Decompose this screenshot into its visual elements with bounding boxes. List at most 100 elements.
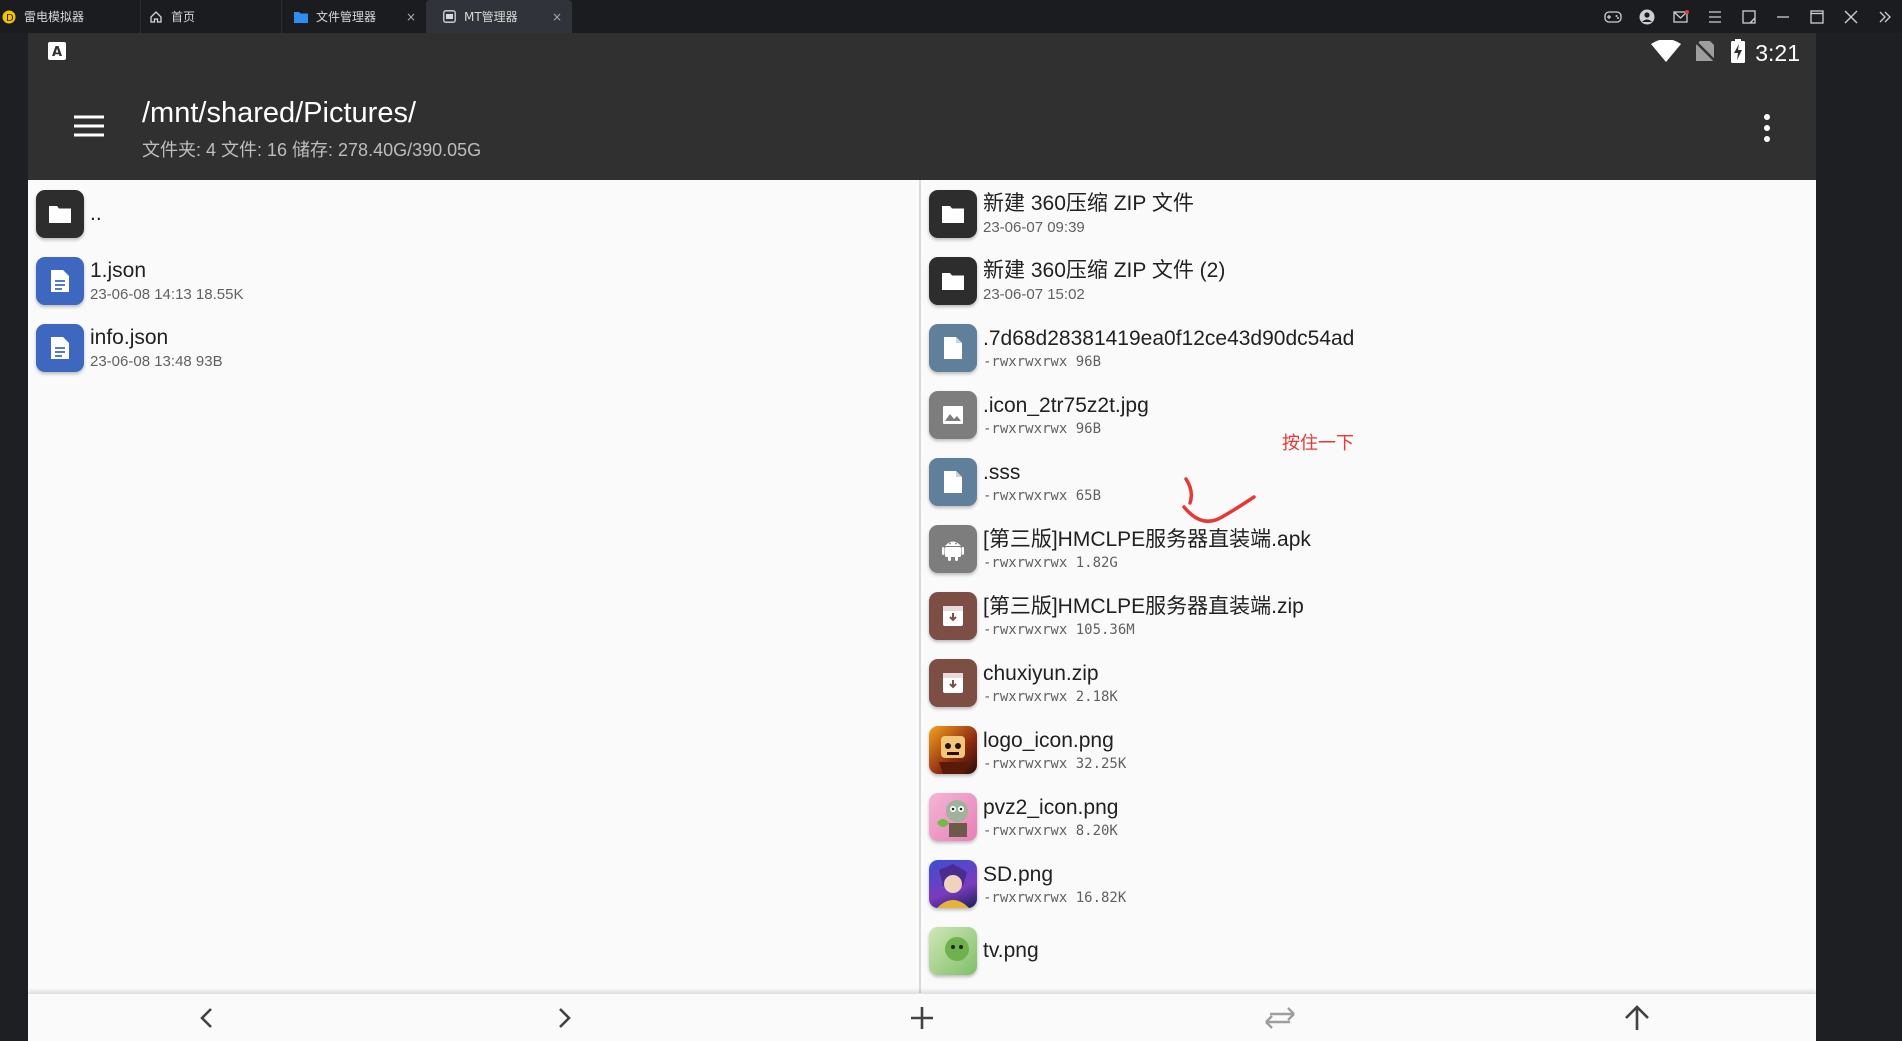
battery-charging-icon <box>1731 39 1746 67</box>
file-info: -rwxrwxrwx 1.82G <box>983 554 1118 571</box>
file-row[interactable]: .icon_2tr75z2t.jpg -rwxrwxrwx 96B <box>921 381 1816 448</box>
back-icon[interactable] <box>176 994 236 1041</box>
directory-summary: 文件夹: 4 文件: 16 储存: 278.40G/390.05G <box>142 140 482 160</box>
file-row[interactable]: .7d68d28381419ea0f12ce43d90dc54ad -rwxrw… <box>921 314 1816 381</box>
file-info: 23-06-07 15:02 <box>983 286 1085 303</box>
emulator-titlebar: D 雷电模拟器 首页 文件管理器 × MT管理器 × <box>0 0 1902 33</box>
thumbnail-image <box>929 792 977 841</box>
document-icon <box>36 323 84 372</box>
file-meta: 新建 360压缩 ZIP 文件 (2) 23-06-07 15:02 <box>983 258 1225 303</box>
file-name: 新建 360压缩 ZIP 文件 (2) <box>983 259 1226 282</box>
file-info: -rwxrwxrwx 105.36M <box>983 621 1135 638</box>
image-icon <box>929 390 977 439</box>
home-icon <box>149 10 163 24</box>
file-meta: tv.png <box>983 938 1039 964</box>
file-name: pvz2_icon.png <box>983 795 1119 819</box>
file-meta: 1.json 23-06-08 14:13 18.55K <box>90 258 243 303</box>
file-row[interactable]: SD.png -rwxrwxrwx 16.82K <box>921 850 1816 917</box>
tab-mt-manager[interactable]: MT管理器 × <box>426 0 572 33</box>
file-meta: .7d68d28381419ea0f12ce43d90dc54ad -rwxrw… <box>983 326 1354 370</box>
menu-icon[interactable] <box>1698 0 1732 33</box>
file-row[interactable]: [第三版]HMCLPE服务器直装端.apk -rwxrwxrwx 1.82G <box>921 515 1816 582</box>
wifi-icon <box>1651 39 1682 66</box>
folder-icon <box>929 189 977 238</box>
thumbnail-image <box>929 859 977 908</box>
annotation-scribble <box>1182 477 1256 523</box>
swap-icon[interactable] <box>1250 994 1310 1041</box>
archive-icon <box>929 658 977 707</box>
svg-text:A: A <box>52 45 62 60</box>
file-row[interactable]: [第三版]HMCLPE服务器直装端.zip -rwxrwxrwx 105.36M <box>921 582 1816 649</box>
file-name: .. <box>90 201 102 225</box>
file-info: -rwxrwxrwx 96B <box>983 353 1102 370</box>
document-icon <box>929 323 977 372</box>
folder-icon <box>36 189 84 238</box>
maximize-icon[interactable] <box>1800 0 1834 33</box>
file-info: -rwxrwxrwx 65B <box>983 487 1102 504</box>
file-name: 新建 360压缩 ZIP 文件 <box>983 192 1194 215</box>
svg-text:D: D <box>6 13 14 24</box>
file-meta: logo_icon.png -rwxrwxrwx 32.25K <box>983 728 1126 772</box>
file-name: SD.png <box>983 862 1054 886</box>
no-sim-icon <box>1694 40 1717 66</box>
status-bar: A 3:21 <box>28 33 1816 73</box>
right-file-pane[interactable]: 新建 360压缩 ZIP 文件 23-06-07 09:39 新建 360压缩 … <box>921 180 1816 993</box>
file-meta: [第三版]HMCLPE服务器直装端.apk -rwxrwxrwx 1.82G <box>983 527 1311 571</box>
tab-label: 文件管理器 <box>316 10 377 24</box>
emulator-name: 雷电模拟器 <box>24 10 85 24</box>
minimize-icon[interactable] <box>1766 0 1800 33</box>
file-row[interactable]: logo_icon.png -rwxrwxrwx 32.25K <box>921 716 1816 783</box>
up-icon[interactable] <box>1607 994 1667 1041</box>
app-toolbar: /mnt/shared/Pictures/ 文件夹: 4 文件: 16 储存: … <box>28 73 1816 180</box>
file-row[interactable]: chuxiyun.zip -rwxrwxrwx 2.18K <box>921 649 1816 716</box>
gamepad-icon[interactable] <box>1596 0 1630 33</box>
file-row[interactable]: .sss -rwxrwxrwx 65B <box>921 448 1816 515</box>
tab-label: 首页 <box>171 10 196 24</box>
screenshot-icon[interactable] <box>1732 0 1766 33</box>
file-info: -rwxrwxrwx 16.82K <box>983 889 1127 906</box>
expand-sidebar-icon[interactable] <box>1868 0 1902 33</box>
file-row[interactable]: pvz2_icon.png -rwxrwxrwx 8.20K <box>921 783 1816 850</box>
current-path: /mnt/shared/Pictures/ <box>142 97 416 129</box>
window-icon <box>442 10 456 24</box>
file-info: 23-06-08 14:13 18.55K <box>90 286 244 303</box>
document-icon <box>36 256 84 305</box>
emulator-logo-icon: D <box>2 10 16 24</box>
file-name: logo_icon.png <box>983 728 1114 752</box>
more-options-icon[interactable] <box>1762 113 1772 143</box>
thumbnail-image <box>929 725 977 774</box>
file-row-parent[interactable]: .. <box>28 180 919 247</box>
close-icon[interactable] <box>1834 0 1868 33</box>
file-name: [第三版]HMCLPE服务器直装端.zip <box>983 594 1304 618</box>
file-row[interactable]: 1.json 23-06-08 14:13 18.55K <box>28 247 919 314</box>
file-meta: .icon_2tr75z2t.jpg -rwxrwxrwx 96B <box>983 393 1149 437</box>
tab-home[interactable]: 首页 <box>140 0 281 33</box>
file-name: chuxiyun.zip <box>983 661 1099 685</box>
user-avatar-icon[interactable] <box>1630 0 1664 33</box>
file-row[interactable]: tv.png <box>921 917 1816 984</box>
left-file-pane[interactable]: .. 1.json 23-06-08 14:13 18.55K info.jso… <box>28 180 921 993</box>
add-icon[interactable] <box>892 994 952 1041</box>
file-info: 23-06-08 13:48 93B <box>90 353 223 370</box>
tab-file-manager[interactable]: 文件管理器 × <box>281 0 426 33</box>
file-info: 23-06-07 09:39 <box>983 219 1085 236</box>
forward-icon[interactable] <box>535 994 595 1041</box>
annotation-text: 按住一下 <box>1282 433 1354 454</box>
tab-close-button[interactable]: × <box>406 10 416 24</box>
file-row[interactable]: info.json 23-06-08 13:48 93B <box>28 314 919 381</box>
hamburger-menu-icon[interactable] <box>72 111 106 141</box>
thumbnail-image <box>929 926 977 975</box>
file-row[interactable]: 新建 360压缩 ZIP 文件 23-06-07 09:39 <box>921 180 1816 247</box>
file-name: .icon_2tr75z2t.jpg <box>983 393 1149 417</box>
file-row[interactable]: 新建 360压缩 ZIP 文件 (2) 23-06-07 15:02 <box>921 247 1816 314</box>
file-name: tv.png <box>983 938 1039 962</box>
file-meta: 新建 360压缩 ZIP 文件 23-06-07 09:39 <box>983 191 1194 236</box>
mail-icon[interactable] <box>1664 0 1698 33</box>
android-screen: A 3:21 /mnt/shared/Pictures/ 文件夹: 4 文件: … <box>28 33 1816 1041</box>
file-name: 1.json <box>90 259 147 282</box>
emulator-brand: D 雷电模拟器 <box>0 0 140 33</box>
file-meta: chuxiyun.zip -rwxrwxrwx 2.18K <box>983 661 1118 705</box>
status-time: 3:21 <box>1755 39 1800 66</box>
file-meta: pvz2_icon.png -rwxrwxrwx 8.20K <box>983 795 1118 839</box>
tab-close-button[interactable]: × <box>552 10 562 24</box>
